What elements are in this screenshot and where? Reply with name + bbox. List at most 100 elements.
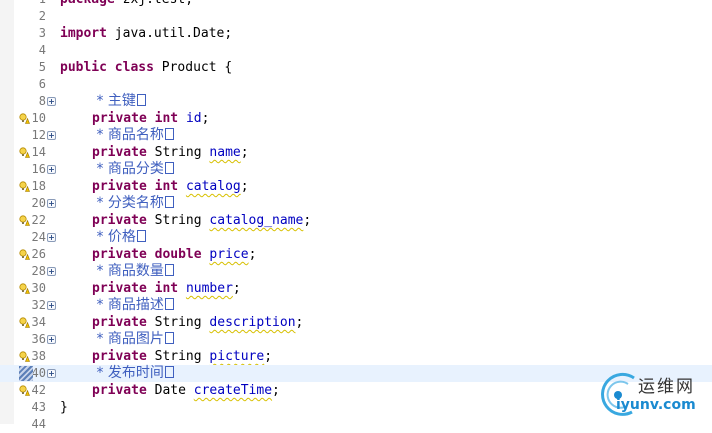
warning-lightbulb-icon[interactable] (19, 317, 30, 328)
field-token: catalog (185, 179, 241, 194)
code-token: String (146, 145, 210, 160)
code-line[interactable]: 12 + * 商品名称 (0, 127, 712, 144)
keyword-token: private (92, 247, 147, 262)
missing-glyph-box (164, 264, 174, 276)
code-editor[interactable]: 1 package zxj.test; 2 3 import java.util.Dat… (0, 0, 712, 431)
warning-lightbulb-icon[interactable] (19, 147, 30, 158)
line-number: 12 (31, 128, 46, 142)
code-line[interactable]: 2 (0, 8, 712, 25)
code-text: * 商品图片 (60, 331, 174, 348)
comment-token: * 价格 (92, 229, 136, 245)
comment-token: * 商品名称 (92, 127, 164, 143)
code-line[interactable]: 14 private String name; (0, 144, 712, 161)
watermark-text: 运维网 (638, 377, 695, 397)
code-line[interactable]: 24 + * 价格 (0, 229, 712, 246)
code-token: ; (303, 213, 312, 228)
keyword-token: int (154, 111, 179, 126)
expand-fold-icon[interactable]: + (47, 369, 56, 378)
code-token: java.util.Date; (106, 26, 233, 41)
code-text: * 主键 (60, 93, 146, 110)
code-text: private int catalog; (60, 178, 249, 195)
missing-glyph-box (136, 94, 146, 106)
code-text: * 商品描述 (60, 297, 174, 314)
expand-fold-icon[interactable]: + (47, 233, 56, 242)
expand-fold-icon[interactable]: + (47, 97, 56, 106)
code-line[interactable]: 34 private String description; (0, 314, 712, 331)
field-token: number (185, 281, 233, 296)
missing-glyph-box (164, 128, 174, 140)
code-line[interactable]: 18 private int catalog; (0, 178, 712, 195)
code-token: Date (146, 383, 194, 398)
code-token: ; (240, 179, 249, 194)
code-token: ; (232, 281, 241, 296)
expand-fold-icon[interactable]: + (47, 267, 56, 276)
expand-fold-icon[interactable]: + (47, 199, 56, 208)
field-token: description (209, 315, 296, 330)
code-line[interactable]: 1 package zxj.test; (0, 0, 712, 8)
code-line[interactable]: 6 (0, 76, 712, 93)
missing-glyph-box (164, 196, 174, 208)
keyword-token: import (60, 26, 107, 41)
missing-glyph-box (164, 332, 174, 344)
field-token: id (185, 111, 202, 126)
code-line[interactable]: 10 private int id; (0, 110, 712, 127)
keyword-token: int (154, 281, 179, 296)
code-line[interactable]: 28 + * 商品数量 (0, 263, 712, 280)
warning-lightbulb-icon[interactable] (19, 385, 30, 396)
code-text: public class Product { (60, 59, 232, 76)
keyword-token: class (114, 60, 154, 75)
line-number: 6 (38, 77, 46, 91)
code-token: } (60, 400, 68, 415)
field-token: picture (209, 349, 265, 364)
code-line[interactable]: 16 + * 商品分类 (0, 161, 712, 178)
code-line[interactable]: 36 + * 商品图片 (0, 331, 712, 348)
code-text: * 价格 (60, 229, 146, 246)
code-text: * 商品数量 (60, 263, 174, 280)
code-line[interactable]: 22 private String catalog_name; (0, 212, 712, 229)
expand-fold-icon[interactable]: + (47, 301, 56, 310)
watermark-logo: 运维网 iyunv.com (594, 370, 706, 420)
line-number: 3 (38, 26, 46, 40)
code-line[interactable]: 30 private int number; (0, 280, 712, 297)
code-line[interactable]: 20 + * 分类名称 (0, 195, 712, 212)
code-token: Product { (153, 60, 233, 75)
warning-lightbulb-icon[interactable] (19, 283, 30, 294)
code-line[interactable]: 3 import java.util.Date; (0, 25, 712, 42)
keyword-token: private (92, 111, 147, 126)
code-text: * 发布时间 (60, 365, 174, 382)
code-line[interactable]: 38 private String picture; (0, 348, 712, 365)
code-text: } (60, 399, 68, 416)
code-line[interactable]: 8 + * 主键 (0, 93, 712, 110)
code-text: private Date createTime; (60, 382, 280, 399)
code-text: package zxj.test; (60, 0, 193, 8)
warning-lightbulb-icon[interactable] (19, 215, 30, 226)
code-line[interactable]: 26 private double price; (0, 246, 712, 263)
code-text: private String description; (60, 314, 303, 331)
expand-fold-icon[interactable]: + (47, 335, 56, 344)
code-line[interactable]: 32 + * 商品描述 (0, 297, 712, 314)
expand-fold-icon[interactable]: + (47, 165, 56, 174)
warning-lightbulb-icon[interactable] (19, 249, 30, 260)
warning-lightbulb-icon[interactable] (19, 113, 30, 124)
missing-glyph-box (164, 366, 174, 378)
code-text: private double price; (60, 246, 256, 263)
line-number: 43 (31, 400, 46, 414)
code-text: private int number; (60, 280, 241, 297)
warning-lightbulb-icon[interactable] (19, 181, 30, 192)
code-token: String (146, 213, 210, 228)
line-number: 44 (31, 417, 46, 431)
line-number: 36 (31, 332, 46, 346)
code-token: ; (264, 349, 273, 364)
watermark-url: iyunv.com (616, 397, 696, 413)
expand-fold-icon[interactable]: + (47, 131, 56, 140)
warning-lightbulb-icon[interactable] (19, 351, 30, 362)
code-line[interactable]: 4 (0, 42, 712, 59)
keyword-token: double (154, 247, 202, 262)
code-text: private String name; (60, 144, 249, 161)
code-line[interactable]: 5 public class Product { (0, 59, 712, 76)
